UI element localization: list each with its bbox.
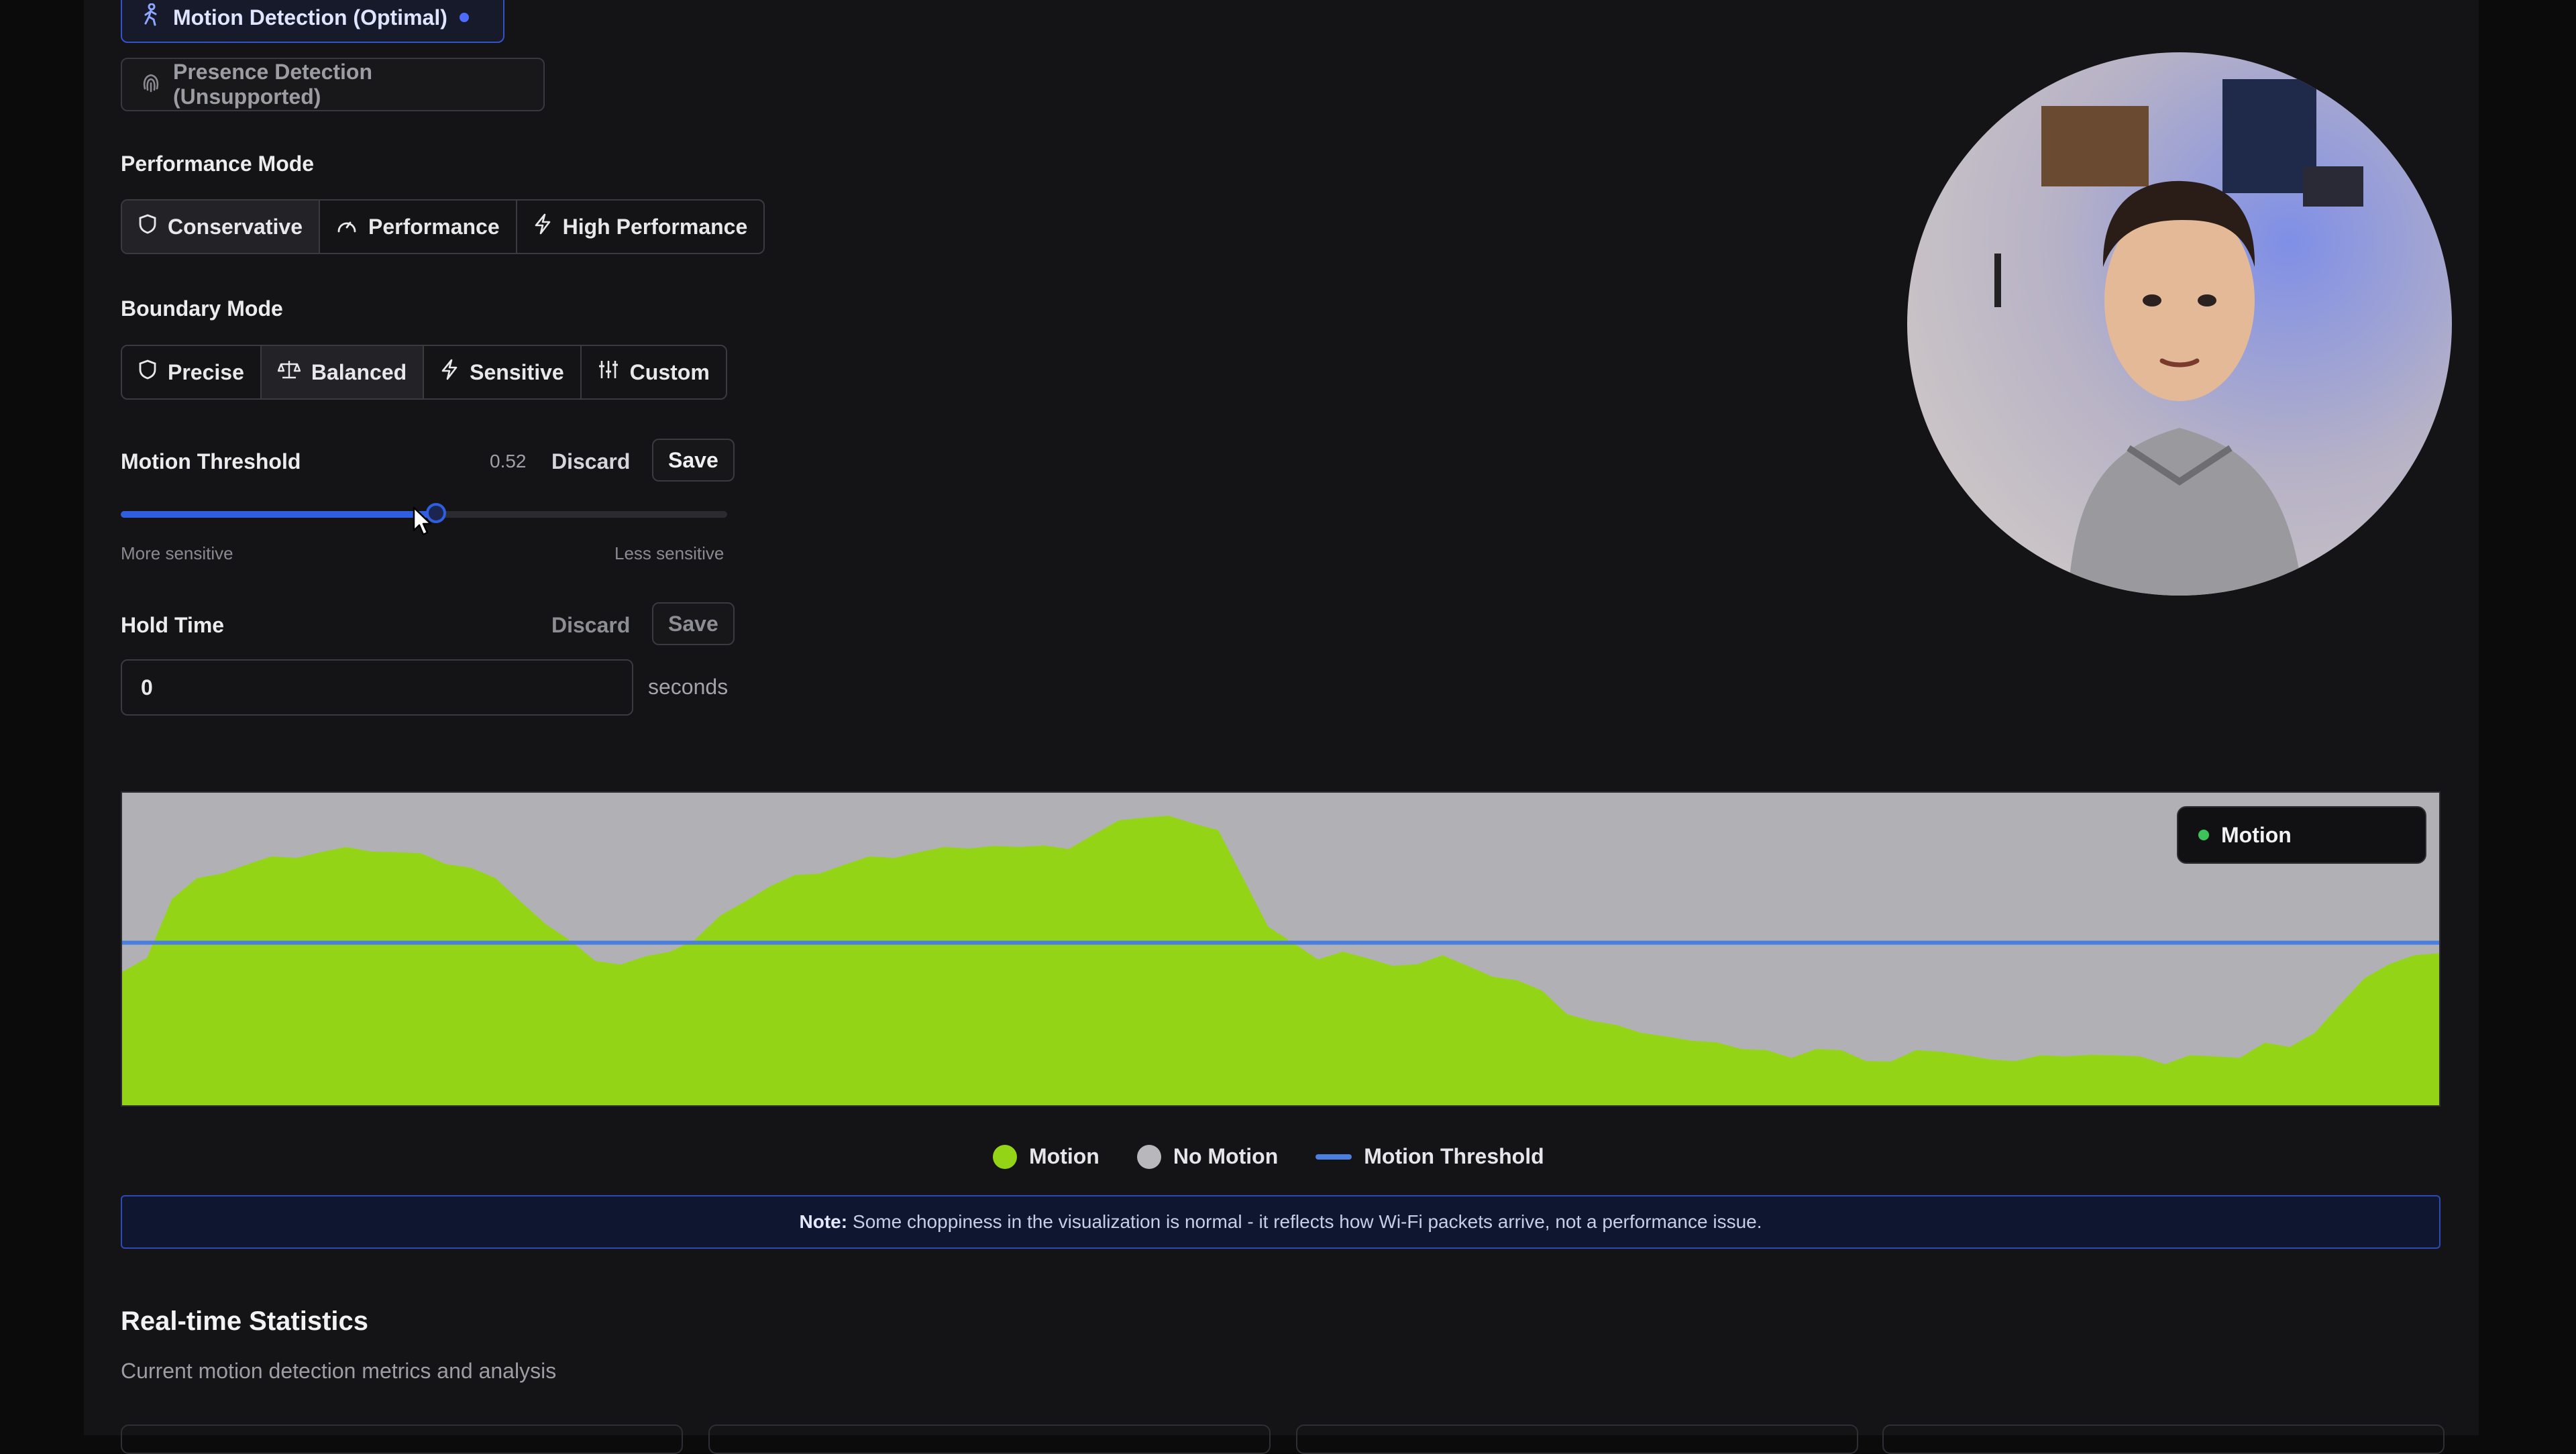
hold-time-discard-button[interactable]: Discard — [551, 613, 630, 638]
boundary-option-balanced[interactable]: Balanced — [261, 346, 425, 398]
shield-icon — [138, 359, 157, 386]
legend-label: No Motion — [1173, 1144, 1279, 1168]
note-banner: Note: Some choppiness in the visualizati… — [121, 1195, 2440, 1249]
stat-card — [1882, 1424, 2445, 1454]
motion-status-dot — [2198, 830, 2209, 840]
motion-chart: Motion — [121, 791, 2440, 1107]
less-sensitive-label: Less sensitive — [614, 543, 724, 563]
lightning-icon — [533, 213, 552, 240]
motion-threshold-discard-button[interactable]: Discard — [551, 449, 630, 474]
boundary-option-custom[interactable]: Custom — [582, 346, 726, 398]
mouse-cursor-icon — [413, 506, 433, 541]
lightning-icon — [440, 359, 459, 386]
performance-option-high-performance[interactable]: High Performance — [517, 201, 764, 253]
option-label: Precise — [168, 359, 244, 384]
legend-label: Motion Threshold — [1364, 1144, 1544, 1168]
option-label: Conservative — [168, 214, 303, 239]
chart-legend: Motion No Motion Motion Threshold — [993, 1144, 1544, 1169]
performance-option-performance[interactable]: Performance — [320, 201, 517, 253]
option-label: Balanced — [311, 359, 407, 384]
boundary-option-precise[interactable]: Precise — [122, 346, 262, 398]
threshold-legend-line — [1316, 1154, 1352, 1160]
hold-time-label: Hold Time — [121, 613, 225, 637]
stat-card — [121, 1424, 683, 1454]
hold-time-save-button[interactable]: Save — [652, 602, 735, 645]
motion-legend-dot — [993, 1144, 1017, 1169]
no-motion-legend-dot — [1136, 1144, 1161, 1169]
presence-detection-button[interactable]: Presence Detection (Unsupported) — [121, 58, 545, 111]
presence-detection-label: Presence Detection (Unsupported) — [173, 60, 373, 109]
fingerprint-icon — [141, 71, 161, 98]
motion-detection-button[interactable]: Motion Detection (Optimal) — [121, 0, 504, 43]
legend-item-motion: Motion — [993, 1144, 1099, 1169]
motion-chart-svg — [122, 793, 2439, 1105]
person-walking-icon — [141, 3, 161, 32]
performance-option-conservative[interactable]: Conservative — [122, 201, 320, 253]
motion-threshold-label: Motion Threshold — [121, 449, 301, 473]
stat-card — [708, 1424, 1271, 1454]
chart-legend-box-label: Motion — [2221, 822, 2292, 847]
performance-mode-selector: Conservative Performance High Performanc… — [121, 199, 765, 254]
note-prefix: Note: — [799, 1211, 848, 1232]
option-label: Performance — [368, 214, 500, 239]
sliders-icon — [598, 359, 619, 385]
motion-detection-label: Motion Detection (Optimal) — [173, 5, 447, 30]
option-label: High Performance — [562, 214, 748, 239]
stat-card — [1296, 1424, 1858, 1454]
boundary-mode-selector: Precise Balanced Sensitive Custom — [121, 345, 727, 400]
legend-item-threshold: Motion Threshold — [1316, 1144, 1544, 1169]
boundary-option-sensitive[interactable]: Sensitive — [424, 346, 582, 398]
legend-label: Motion — [1029, 1144, 1099, 1168]
more-sensitive-label: More sensitive — [121, 543, 233, 563]
presenter-video-frame — [1994, 79, 2363, 596]
motion-threshold-value: 0.52 — [490, 451, 527, 471]
motion-threshold-save-button[interactable]: Save — [652, 439, 735, 482]
note-text: Some choppiness in the visualization is … — [853, 1211, 1762, 1232]
slider-fill — [121, 511, 437, 518]
boundary-mode-title: Boundary Mode — [121, 296, 283, 321]
performance-mode-title: Performance Mode — [121, 152, 315, 176]
hold-time-input[interactable] — [121, 659, 633, 716]
scale-icon — [277, 359, 301, 386]
gauge-icon — [336, 215, 358, 239]
chart-legend-box: Motion — [2177, 806, 2426, 864]
selected-indicator-dot — [459, 13, 469, 22]
option-label: Custom — [629, 359, 710, 384]
shield-icon — [138, 213, 157, 240]
stats-subtitle: Current motion detection metrics and ana… — [121, 1359, 557, 1383]
webcam-overlay — [1907, 52, 2452, 596]
stats-title: Real-time Statistics — [121, 1306, 369, 1336]
legend-item-no-motion: No Motion — [1136, 1144, 1279, 1169]
hold-time-unit: seconds — [648, 675, 729, 699]
option-label: Sensitive — [470, 359, 564, 384]
